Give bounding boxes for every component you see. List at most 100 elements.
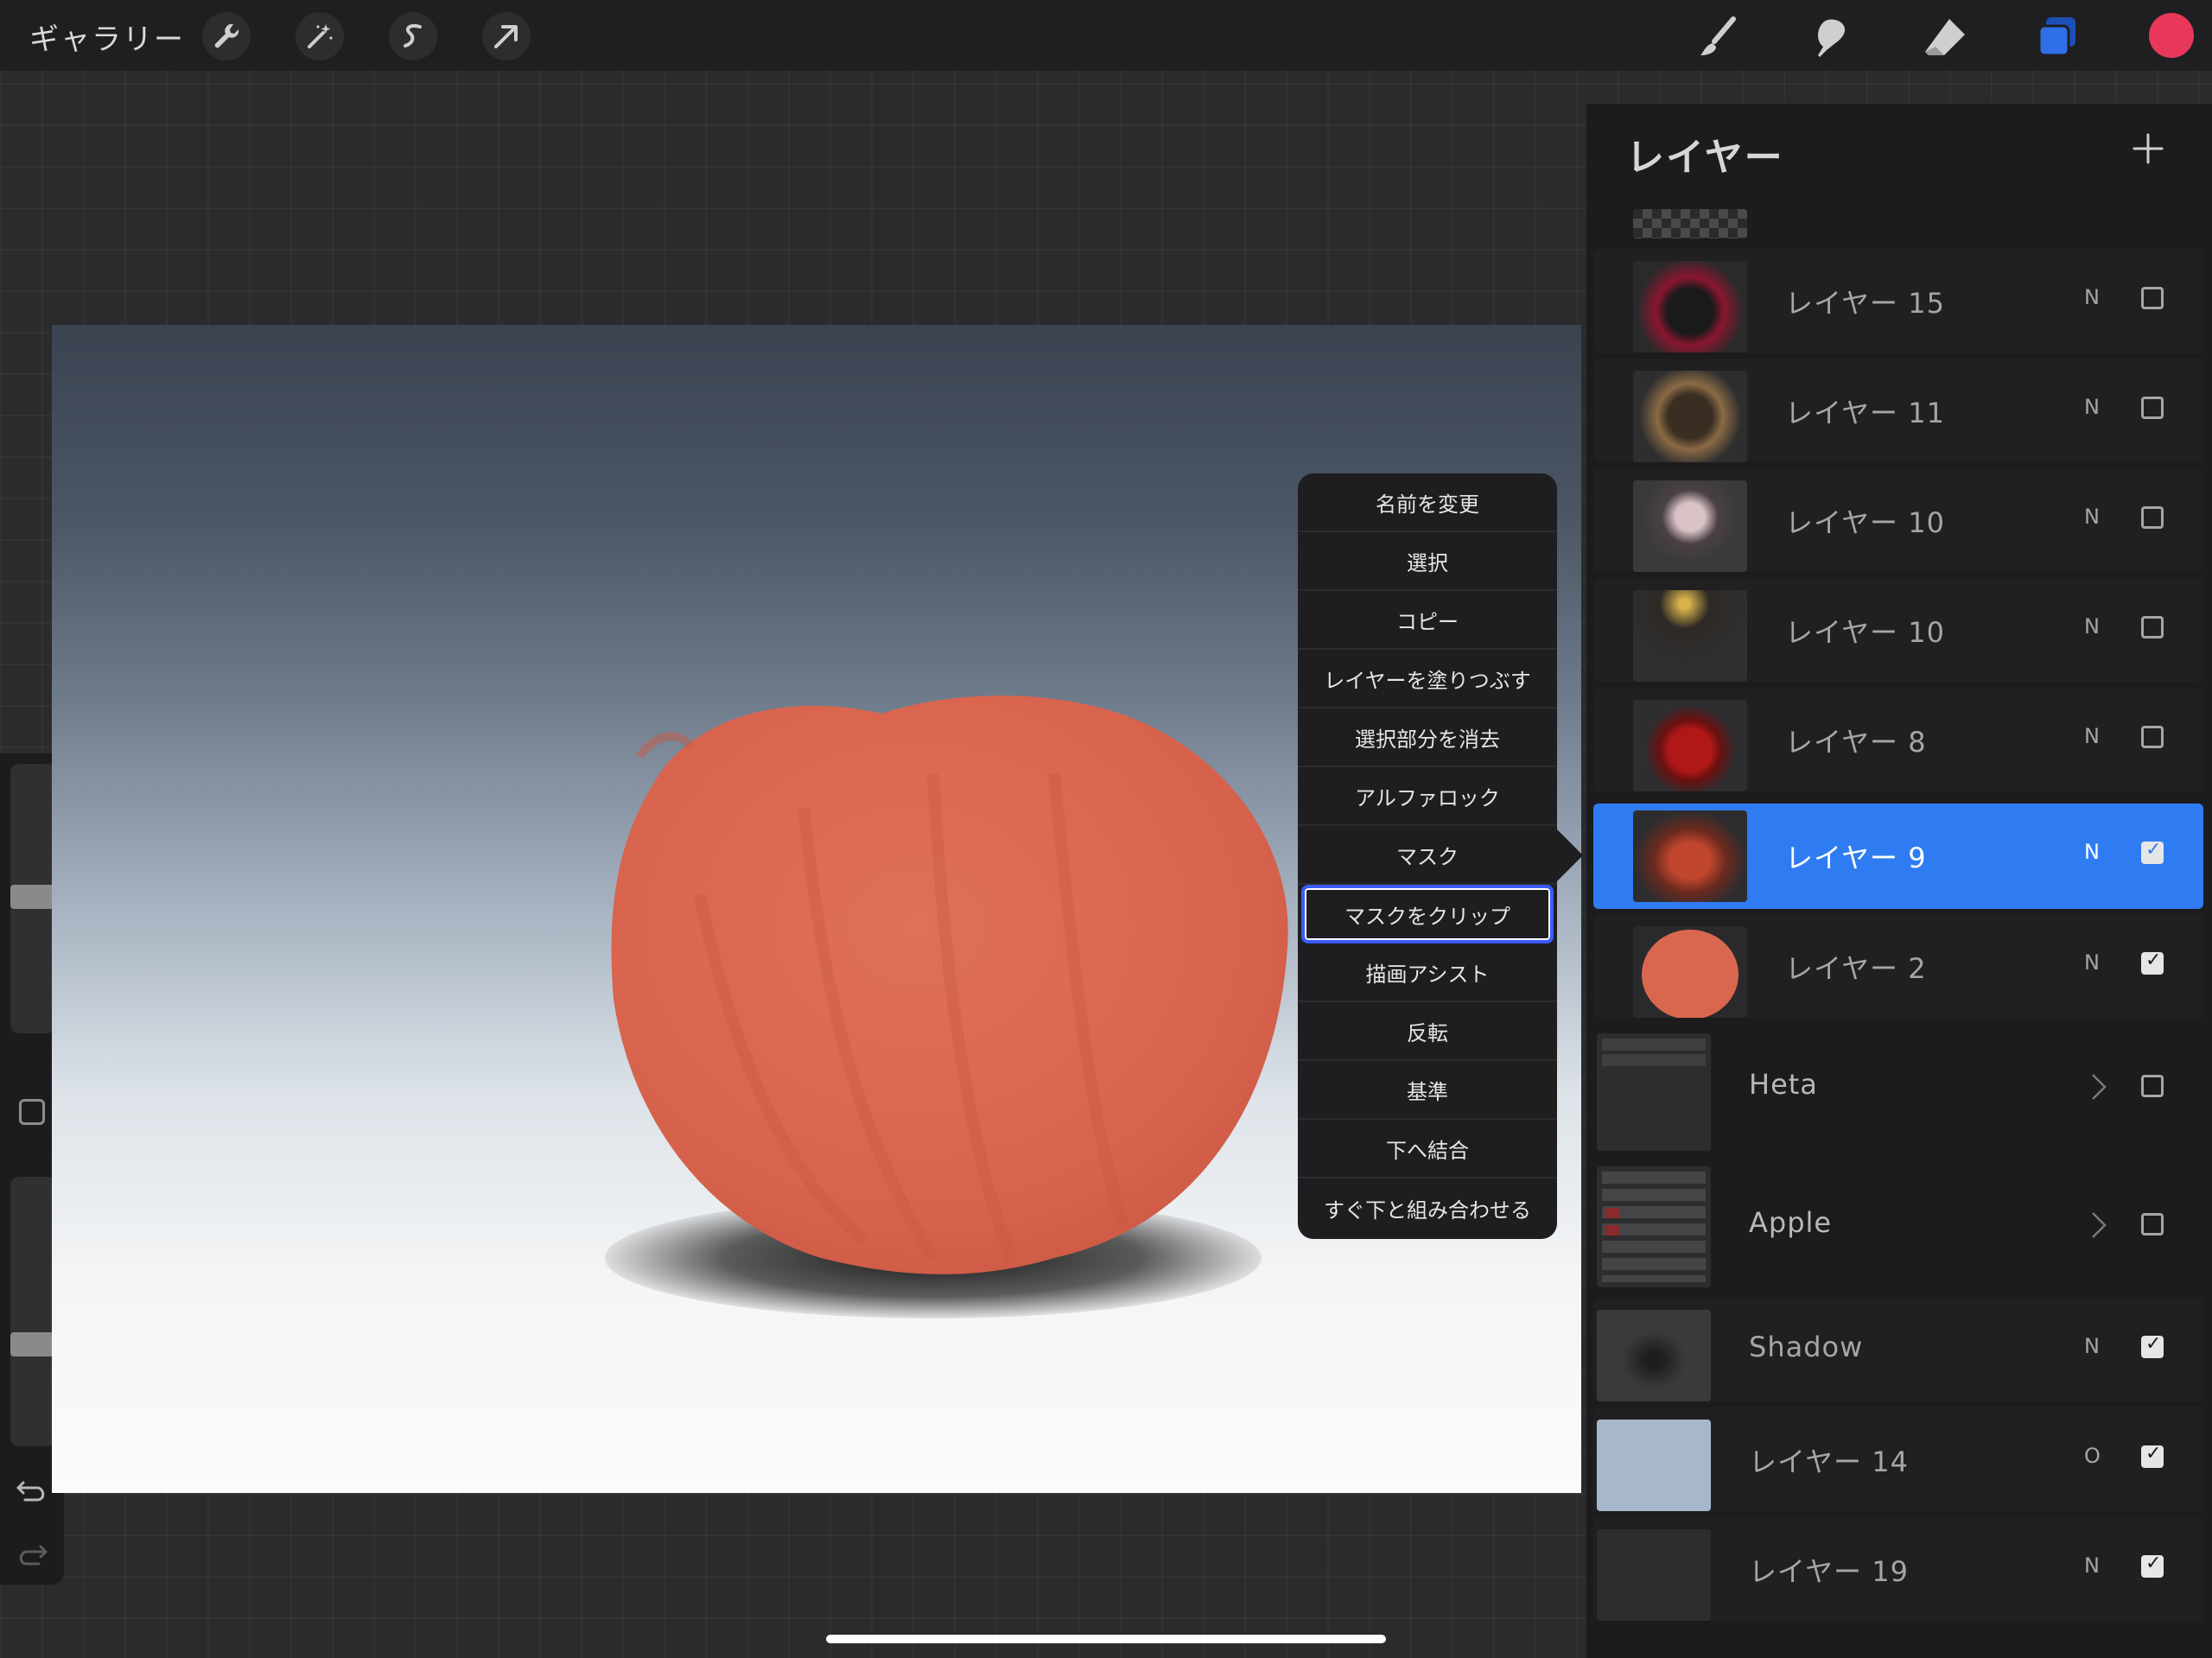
layer-row-19[interactable]: レイヤー 19 N (1593, 1517, 2203, 1621)
layer-name: レイヤー 2 (1785, 952, 1927, 985)
blend-mode-label[interactable]: N (2084, 614, 2100, 638)
visibility-checkbox[interactable] (2141, 506, 2164, 529)
blend-mode-label[interactable]: N (2084, 1334, 2100, 1358)
visibility-checkbox[interactable] (2141, 726, 2164, 748)
layer-thumbnail (1633, 261, 1747, 353)
layer-group-heta[interactable]: Heta (1593, 1023, 2203, 1153)
menu-mask[interactable]: マスク (1298, 826, 1557, 885)
blend-mode-label[interactable]: N (2084, 395, 2100, 419)
redo-icon[interactable] (13, 1534, 51, 1572)
layer-row-shadow[interactable]: Shadow N (1593, 1298, 2203, 1401)
layer-name: レイヤー 19 (1749, 1555, 1909, 1588)
blend-mode-label[interactable]: N (2084, 505, 2100, 529)
layer-name: レイヤー 14 (1749, 1445, 1909, 1478)
layer-row-8[interactable]: レイヤー 8 N (1593, 688, 2203, 791)
visibility-checkbox[interactable] (2141, 397, 2164, 419)
wrench-icon[interactable] (202, 12, 251, 60)
group-name: Heta (1749, 1068, 1818, 1101)
visibility-checkbox[interactable] (2141, 1075, 2164, 1097)
visibility-checkbox[interactable] (2141, 950, 2164, 975)
layer-name: レイヤー 10 (1785, 506, 1945, 539)
layers-panel-title: レイヤー (1626, 136, 1784, 180)
top-toolbar: ギャラリー (0, 0, 2212, 71)
layer-thumbnail (1597, 1529, 1711, 1621)
menu-combine-down[interactable]: すぐ下と組み合わせる (1298, 1178, 1557, 1237)
smudge-icon[interactable] (1806, 12, 1856, 62)
layer-thumbnail (1597, 1310, 1711, 1401)
menu-clear-selection[interactable]: 選択部分を消去 (1298, 708, 1557, 767)
layer-options-menu: 名前を変更 選択 コピー レイヤーを塗りつぶす 選択部分を消去 アルファロック … (1298, 473, 1557, 1239)
brush-icon[interactable] (1694, 12, 1744, 62)
layer-name: レイヤー 15 (1785, 287, 1945, 320)
apple-painting (611, 696, 1288, 1274)
transform-arrow-icon[interactable] (482, 12, 531, 60)
menu-drawing-assist[interactable]: 描画アシスト (1298, 943, 1557, 1002)
gallery-button[interactable]: ギャラリー (29, 16, 185, 58)
opacity-slider[interactable] (10, 1177, 55, 1446)
visibility-checkbox[interactable] (2141, 1553, 2164, 1578)
menu-copy[interactable]: コピー (1298, 591, 1557, 650)
chevron-right-icon[interactable] (2089, 1210, 2108, 1241)
layer-row-2[interactable]: レイヤー 2 N (1593, 914, 2203, 1018)
brush-size-handle[interactable] (10, 885, 55, 909)
layer-thumbnail (1633, 480, 1747, 572)
menu-select[interactable]: 選択 (1298, 532, 1557, 591)
layer-group-apple[interactable]: Apple (1593, 1159, 2203, 1289)
layer-row-14[interactable]: レイヤー 14 O (1593, 1407, 2203, 1511)
group-thumbnail (1597, 1166, 1711, 1287)
layer-thumbnail (1633, 926, 1747, 1018)
color-picker-swatch[interactable] (2149, 13, 2194, 58)
menu-rename[interactable]: 名前を変更 (1298, 473, 1557, 532)
menu-alpha-lock[interactable]: アルファロック (1298, 767, 1557, 826)
undo-icon[interactable] (13, 1471, 51, 1509)
menu-fill-layer[interactable]: レイヤーを塗りつぶす (1298, 650, 1557, 708)
add-layer-icon[interactable] (2129, 130, 2167, 168)
selection-icon[interactable] (389, 12, 437, 60)
layer-name: レイヤー 8 (1785, 726, 1927, 759)
layer-thumbnail (1633, 700, 1747, 791)
layer-row-10b[interactable]: レイヤー 10 N (1593, 578, 2203, 682)
menu-reference[interactable]: 基準 (1298, 1061, 1557, 1120)
layer-name: Shadow (1749, 1331, 1864, 1363)
visibility-checkbox[interactable] (2141, 839, 2164, 864)
layer-row-11[interactable]: レイヤー 11 N (1593, 359, 2203, 462)
blend-mode-label[interactable]: N (2084, 950, 2100, 975)
layer-row-partial[interactable] (1593, 209, 2203, 244)
visibility-checkbox[interactable] (2141, 1333, 2164, 1358)
layer-row-15[interactable]: レイヤー 15 N (1593, 249, 2203, 353)
layer-thumbnail (1597, 1420, 1711, 1511)
menu-clipping-mask[interactable]: マスクをクリップ (1301, 885, 1554, 943)
layer-row-9-selected[interactable]: レイヤー 9 N (1593, 804, 2203, 909)
blend-mode-label[interactable]: O (2084, 1444, 2101, 1468)
menu-merge-down[interactable]: 下へ結合 (1298, 1120, 1557, 1178)
layers-icon[interactable] (2032, 12, 2082, 62)
blend-mode-label[interactable]: N (2084, 285, 2100, 309)
opacity-handle[interactable] (10, 1332, 55, 1356)
visibility-checkbox[interactable] (2141, 1213, 2164, 1236)
brush-size-slider[interactable] (10, 764, 55, 1033)
layer-row-10a[interactable]: レイヤー 10 N (1593, 468, 2203, 572)
blend-mode-label[interactable]: N (2084, 724, 2100, 748)
visibility-checkbox[interactable] (2141, 287, 2164, 309)
layer-name: レイヤー 11 (1785, 397, 1945, 429)
chevron-right-icon[interactable] (2089, 1071, 2108, 1102)
layer-thumbnail (1633, 810, 1747, 902)
menu-pointer (1557, 829, 1583, 881)
menu-invert[interactable]: 反転 (1298, 1002, 1557, 1061)
magic-wand-icon[interactable] (296, 12, 344, 60)
layers-panel: レイヤー レイヤー 15 N レイヤー 11 N レイヤー 10 N レイヤー … (1586, 104, 2212, 1658)
layer-thumbnail (1633, 371, 1747, 462)
blend-mode-label[interactable]: N (2084, 1553, 2100, 1578)
layer-name: レイヤー 10 (1785, 616, 1945, 649)
visibility-checkbox[interactable] (2141, 616, 2164, 638)
group-name: Apple (1749, 1206, 1833, 1239)
blend-mode-label[interactable]: N (2084, 840, 2100, 864)
layer-thumbnail (1633, 209, 1747, 238)
home-indicator[interactable] (826, 1635, 1386, 1643)
visibility-checkbox[interactable] (2141, 1443, 2164, 1468)
modify-button[interactable] (19, 1099, 45, 1125)
eraser-icon[interactable] (1920, 12, 1970, 62)
group-thumbnail (1597, 1033, 1711, 1151)
layer-thumbnail (1633, 590, 1747, 682)
layer-name: レイヤー 9 (1785, 842, 1927, 874)
